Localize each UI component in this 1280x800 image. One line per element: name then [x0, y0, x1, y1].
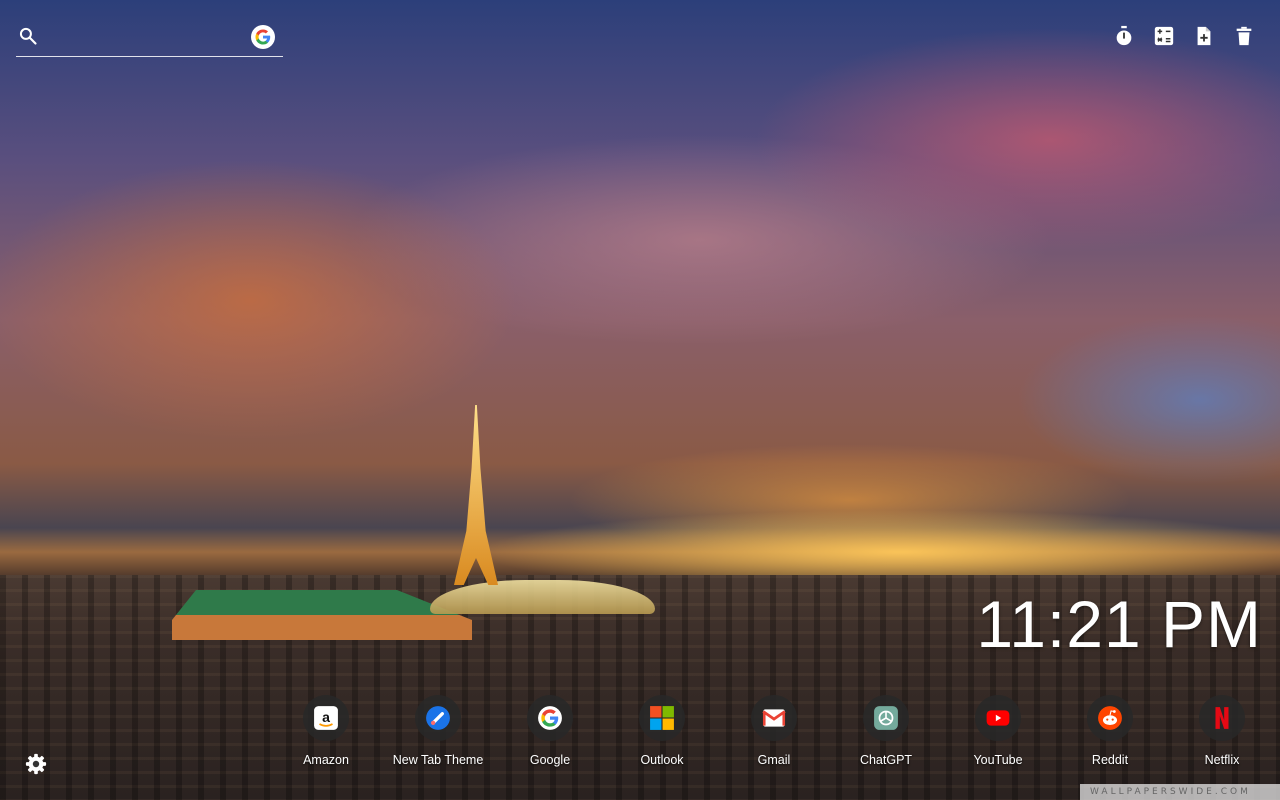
netflix-icon[interactable]: [1199, 695, 1245, 741]
shortcut-label: Amazon: [303, 753, 349, 767]
calculator-icon[interactable]: [1152, 24, 1176, 48]
search-input[interactable]: [48, 24, 252, 52]
google-search-engine-icon[interactable]: [251, 25, 275, 49]
google-icon[interactable]: [527, 695, 573, 741]
new-tab-theme-icon[interactable]: [415, 695, 461, 741]
shortcut-dock: a Amazon New Tab Theme Google Outlook Gm…: [270, 695, 1278, 767]
shortcut-gmail[interactable]: Gmail: [718, 695, 830, 767]
shortcut-label: ChatGPT: [859, 753, 913, 767]
gmail-icon[interactable]: [751, 695, 797, 741]
timer-icon[interactable]: [1112, 24, 1136, 48]
shortcut-label: Reddit: [1091, 753, 1129, 767]
search-icon[interactable]: [18, 26, 38, 46]
shortcut-google[interactable]: Google: [494, 695, 606, 767]
shortcut-label: Gmail: [757, 753, 791, 767]
add-note-icon[interactable]: [1192, 24, 1216, 48]
gear-icon[interactable]: [25, 753, 47, 775]
shortcut-label: New Tab Theme: [392, 753, 484, 767]
eiffel-tower: [454, 405, 498, 585]
watermark: WALLPAPERSWIDE.COM: [1080, 784, 1280, 800]
background-wallpaper: [0, 0, 1280, 800]
shortcut-label: YouTube: [973, 753, 1023, 767]
outlook-icon[interactable]: [639, 695, 685, 741]
youtube-icon[interactable]: [975, 695, 1021, 741]
chatgpt-icon[interactable]: [863, 695, 909, 741]
shortcut-youtube[interactable]: YouTube: [942, 695, 1054, 767]
shortcut-netflix[interactable]: Netflix: [1166, 695, 1278, 767]
shortcut-amazon[interactable]: a Amazon: [270, 695, 382, 767]
reddit-icon[interactable]: [1087, 695, 1133, 741]
shortcut-label: Outlook: [640, 753, 684, 767]
shortcut-chatgpt[interactable]: ChatGPT: [830, 695, 942, 767]
shortcut-reddit[interactable]: Reddit: [1054, 695, 1166, 767]
shortcut-label: Netflix: [1204, 753, 1240, 767]
amazon-icon[interactable]: a: [303, 695, 349, 741]
search-bar[interactable]: [16, 22, 283, 57]
clock-display: 11:21 PM: [976, 587, 1262, 661]
toolbar: [1112, 24, 1256, 48]
shortcut-outlook[interactable]: Outlook: [606, 695, 718, 767]
shortcut-new-tab-theme[interactable]: New Tab Theme: [382, 695, 494, 767]
svg-text:a: a: [322, 709, 330, 725]
trash-icon[interactable]: [1232, 24, 1256, 48]
shortcut-label: Google: [529, 753, 571, 767]
